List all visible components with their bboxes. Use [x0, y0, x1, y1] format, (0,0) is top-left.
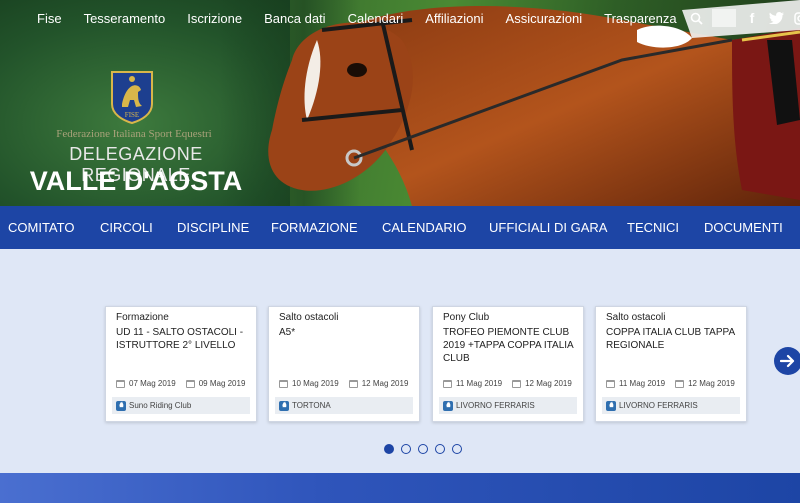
- event-end-date: 12 Mag 2019: [688, 379, 735, 388]
- event-title[interactable]: TROFEO PIEMONTE CLUB 2019 +TAPPA COPPA I…: [443, 326, 579, 365]
- nav-discipline[interactable]: DISCIPLINE: [177, 220, 249, 235]
- twitter-icon[interactable]: [764, 9, 788, 27]
- event-title[interactable]: COPPA ITALIA CLUB TAPPA REGIONALE: [606, 326, 742, 352]
- carousel-next-arrow-icon[interactable]: [774, 347, 800, 375]
- event-end-date: 12 Mag 2019: [361, 379, 409, 388]
- nav-comitato[interactable]: COMITATO: [8, 220, 74, 235]
- event-place: ♞ Suno Riding Club: [112, 397, 250, 414]
- top-navigation: Fise Tesseramento Iscrizione Banca dati …: [0, 0, 800, 36]
- nav-circoli[interactable]: CIRCOLI: [100, 220, 153, 235]
- carousel-dot-2[interactable]: [401, 444, 411, 454]
- event-place: ♞ TORTONA: [275, 397, 413, 414]
- top-links: Fise Tesseramento Iscrizione Banca dati …: [26, 11, 688, 26]
- nav-tecnici[interactable]: TECNICI: [627, 220, 679, 235]
- fise-logo[interactable]: FISE: [108, 70, 156, 125]
- event-dates: 07 Mag 2019 09 Mag 2019: [116, 379, 256, 388]
- nav-formazione[interactable]: FORMAZIONE: [271, 220, 358, 235]
- event-end-date: 09 Mag 2019: [198, 379, 246, 388]
- top-link-tesseramento[interactable]: Tesseramento: [73, 11, 177, 26]
- footer-band: [0, 473, 800, 503]
- top-link-affiliazioni[interactable]: Affiliazioni: [414, 11, 494, 26]
- federation-name: Federazione Italiana Sport Equestri: [56, 128, 212, 140]
- event-place-name: TORTONA: [292, 401, 331, 410]
- logo-text: FISE: [125, 111, 139, 119]
- top-link-trasparenza[interactable]: Trasparenza: [593, 11, 688, 26]
- carousel-dot-1[interactable]: [384, 444, 394, 454]
- nav-calendario[interactable]: CALENDARIO: [382, 220, 467, 235]
- top-link-iscrizione[interactable]: Iscrizione: [176, 11, 253, 26]
- riding-club-icon: ♞: [116, 400, 126, 411]
- top-link-assicurazioni[interactable]: Assicurazioni: [495, 11, 594, 26]
- search-icon[interactable]: [684, 9, 708, 27]
- top-link-fise[interactable]: Fise: [26, 11, 73, 26]
- calendar-icon: [675, 379, 685, 388]
- event-dates: 11 Mag 2019 12 Mag 2019: [443, 379, 583, 388]
- event-category: Pony Club: [443, 312, 490, 323]
- event-place-name: Suno Riding Club: [129, 401, 192, 410]
- icon-divider: [712, 9, 736, 27]
- facebook-icon[interactable]: f: [740, 9, 764, 27]
- event-category: Salto ostacoli: [279, 312, 339, 323]
- top-link-calendari[interactable]: Calendari: [337, 11, 415, 26]
- event-dates: 10 Mag 2019 12 Mag 2019: [279, 379, 419, 388]
- event-place: ♞ LIVORNO FERRARIS: [439, 397, 577, 414]
- carousel-dot-5[interactable]: [452, 444, 462, 454]
- calendar-icon: [512, 379, 522, 388]
- riding-club-icon: ♞: [279, 400, 289, 411]
- calendar-icon: [348, 379, 358, 388]
- main-navigation: COMITATO CIRCOLI DISCIPLINE FORMAZIONE C…: [0, 206, 800, 249]
- event-card[interactable]: Pony Club TROFEO PIEMONTE CLUB 2019 +TAP…: [432, 306, 584, 422]
- top-link-banca-dati[interactable]: Banca dati: [253, 11, 336, 26]
- event-end-date: 12 Mag 2019: [525, 379, 572, 388]
- riding-club-icon: ♞: [443, 400, 453, 411]
- event-dates: 11 Mag 2019 12 Mag 2019: [606, 379, 746, 388]
- event-start-date: 07 Mag 2019: [129, 379, 176, 388]
- instagram-icon[interactable]: [788, 9, 800, 27]
- event-category: Salto ostacoli: [606, 312, 666, 323]
- event-start-date: 10 Mag 2019: [292, 379, 339, 388]
- riding-club-icon: ♞: [606, 400, 616, 411]
- event-place-name: LIVORNO FERRARIS: [456, 401, 535, 410]
- calendar-icon: [606, 379, 615, 388]
- event-card[interactable]: Salto ostacoli COPPA ITALIA CLUB TAPPA R…: [595, 306, 747, 422]
- carousel-dot-3[interactable]: [418, 444, 428, 454]
- event-start-date: 11 Mag 2019: [456, 379, 503, 388]
- calendar-icon: [443, 379, 452, 388]
- calendar-icon: [279, 379, 288, 388]
- event-start-date: 11 Mag 2019: [619, 379, 666, 388]
- carousel-dot-4[interactable]: [435, 444, 445, 454]
- calendar-icon: [116, 379, 125, 388]
- carousel-pagination: [384, 444, 462, 454]
- event-title[interactable]: UD 11 - SALTO OSTACOLI - ISTRUTTORE 2° L…: [116, 326, 252, 352]
- hero-banner: Fise Tesseramento Iscrizione Banca dati …: [0, 0, 800, 206]
- social-icons: f: [684, 9, 800, 27]
- region-title: VALLE D'AOSTA: [29, 166, 243, 196]
- event-place-name: LIVORNO FERRARIS: [619, 401, 698, 410]
- calendar-icon: [185, 379, 195, 388]
- events-carousel: Formazione UD 11 - SALTO OSTACOLI - ISTR…: [0, 249, 800, 473]
- event-title[interactable]: A5*: [279, 326, 415, 339]
- event-category: Formazione: [116, 312, 169, 323]
- nav-ufficiali-di-gara[interactable]: UFFICIALI DI GARA: [489, 220, 607, 235]
- nav-documenti[interactable]: DOCUMENTI: [704, 220, 783, 235]
- event-place: ♞ LIVORNO FERRARIS: [602, 397, 740, 414]
- event-card[interactable]: Salto ostacoli A5* 10 Mag 2019 12 Mag 20…: [268, 306, 420, 422]
- event-card[interactable]: Formazione UD 11 - SALTO OSTACOLI - ISTR…: [105, 306, 257, 422]
